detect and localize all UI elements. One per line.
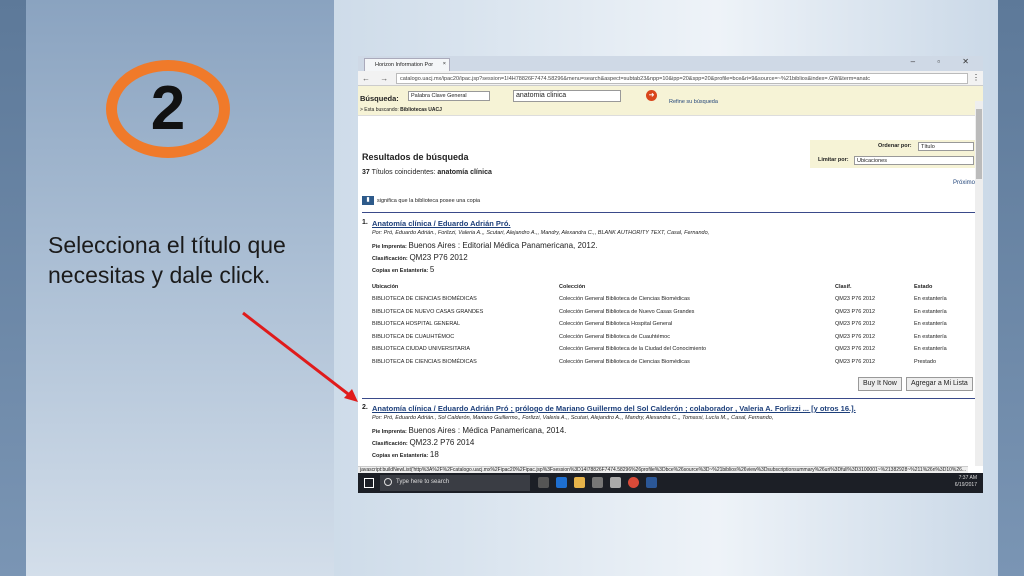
word-icon[interactable] [646, 477, 657, 488]
library-copy-icon: ▮ [362, 196, 374, 205]
record-copies: Copias en Estantería: 5 [372, 265, 435, 274]
results-count: 37 Títulos coincidentes: anatomía clínic… [362, 169, 492, 176]
browser-screenshot: Horizon Information Por × ‒ ▫ ✕ ← → ⟳ cat… [358, 56, 983, 493]
task-view-icon[interactable] [538, 477, 549, 488]
mail-icon[interactable] [610, 477, 621, 488]
record-imprint: Pie Imprenta: Buenos Aires : Médica Pana… [372, 426, 567, 435]
sort-panel: Ordenar por: Título Limitar por: Ubicaci… [810, 140, 976, 168]
record-authors: Por: Pró, Eduardo Adrián., Forlizzi, Val… [372, 230, 710, 236]
search-type-select[interactable]: Palabra Clave General [408, 91, 490, 101]
record-title-link[interactable]: Anatomía clínica / Eduardo Adrián Pró. [372, 219, 511, 228]
result-record-1: 1. Anatomía clínica / Eduardo Adrián Pró… [362, 219, 976, 397]
divider [362, 212, 976, 213]
table-row: BIBLIOTECA DE CIENCIAS BIOMÉDICAS Colecci… [372, 296, 947, 303]
record-class: Clasificación: QM23.2 P76 2014 [372, 438, 475, 447]
table-row: BIBLIOTECA CIUDAD UNIVERSITARIA Colección… [372, 346, 947, 353]
add-to-list-button[interactable]: Agregar a Mi Lista [906, 377, 973, 391]
status-url: javascript:buildNewList('http%3A%2F%2Fca… [358, 466, 968, 473]
menu-icon[interactable]: ⋮ [972, 73, 980, 82]
browser-tab[interactable]: Horizon Information Por × [364, 58, 450, 71]
buy-it-now-button[interactable]: Buy It Now [858, 377, 902, 391]
url-field[interactable]: catalogo.uacj.mx/ipac20/ipac.jsp?session… [396, 73, 968, 84]
limit-select[interactable]: Ubicaciones [854, 156, 974, 165]
address-bar: ← → ⟳ catalogo.uacj.mx/ipac20/ipac.jsp?s… [358, 71, 983, 86]
table-row: BIBLIOTECA DE CIENCIAS BIOMÉDICAS Colecci… [372, 358, 937, 365]
results-heading: Resultados de búsqueda [362, 152, 469, 162]
record-title-link[interactable]: Anatomía clínica / Eduardo Adrián Pró ; … [372, 404, 856, 413]
system-clock[interactable]: 7:37 AM 6/19/2017 [955, 475, 977, 489]
window-controls[interactable]: ‒ ▫ ✕ [911, 57, 979, 66]
record-authors: Por: Pró, Eduardo Adrián., Sol Calderón,… [372, 415, 774, 421]
vertical-scrollbar[interactable] [975, 101, 983, 466]
record-imprint: Pie Imprenta: Buenos Aires : Editorial M… [372, 241, 598, 250]
taskbar-search[interactable]: Type here to search [380, 475, 530, 491]
edge-icon[interactable] [556, 477, 567, 488]
table-row: BIBLIOTECA HOSPITAL GENERAL Colección Gen… [372, 321, 947, 328]
search-icon [384, 478, 392, 486]
close-tab-icon[interactable]: × [443, 61, 446, 67]
order-select[interactable]: Título [918, 142, 974, 151]
taskbar: Type here to search 7:37 AM 6/19/2017 [358, 473, 983, 493]
table-row: BIBLIOTECA DE CUAUHTÉMOC Colección Genera… [372, 333, 947, 340]
refine-link[interactable]: Refine su búsqueda [669, 99, 718, 105]
record-class: Clasificación: QM23 P76 2012 [372, 253, 468, 262]
result-record-2: 2. Anatomía clínica / Eduardo Adrián Pró… [362, 404, 856, 459]
chrome-icon[interactable] [628, 477, 639, 488]
record-copies: Copias en Estantería: 18 [372, 450, 439, 459]
search-go-button[interactable]: ➜ [646, 90, 657, 101]
divider [362, 398, 976, 399]
search-bar: Búsqueda: Palabra Clave General anatomia… [358, 86, 983, 116]
copy-legend: ▮ significa que la biblioteca posee una c… [362, 196, 480, 205]
windows-start-icon[interactable] [364, 478, 374, 488]
holdings-table: Ubicación Colección Clasif. Estado BIBLIOTE… [372, 281, 972, 368]
store-icon[interactable] [592, 477, 603, 488]
tab-bar: Horizon Information Por × ‒ ▫ ✕ [358, 56, 983, 71]
table-row: BIBLIOTECA DE NUEVO CASAS GRANDES Colecci… [372, 308, 947, 315]
searching-in: > Esta buscando: Bibliotecas UACJ [360, 107, 442, 113]
next-page-link[interactable]: Próximo [953, 180, 975, 186]
file-explorer-icon[interactable] [574, 477, 585, 488]
search-input[interactable]: anatomia clinica [513, 90, 621, 102]
search-label: Búsqueda: [360, 94, 399, 103]
